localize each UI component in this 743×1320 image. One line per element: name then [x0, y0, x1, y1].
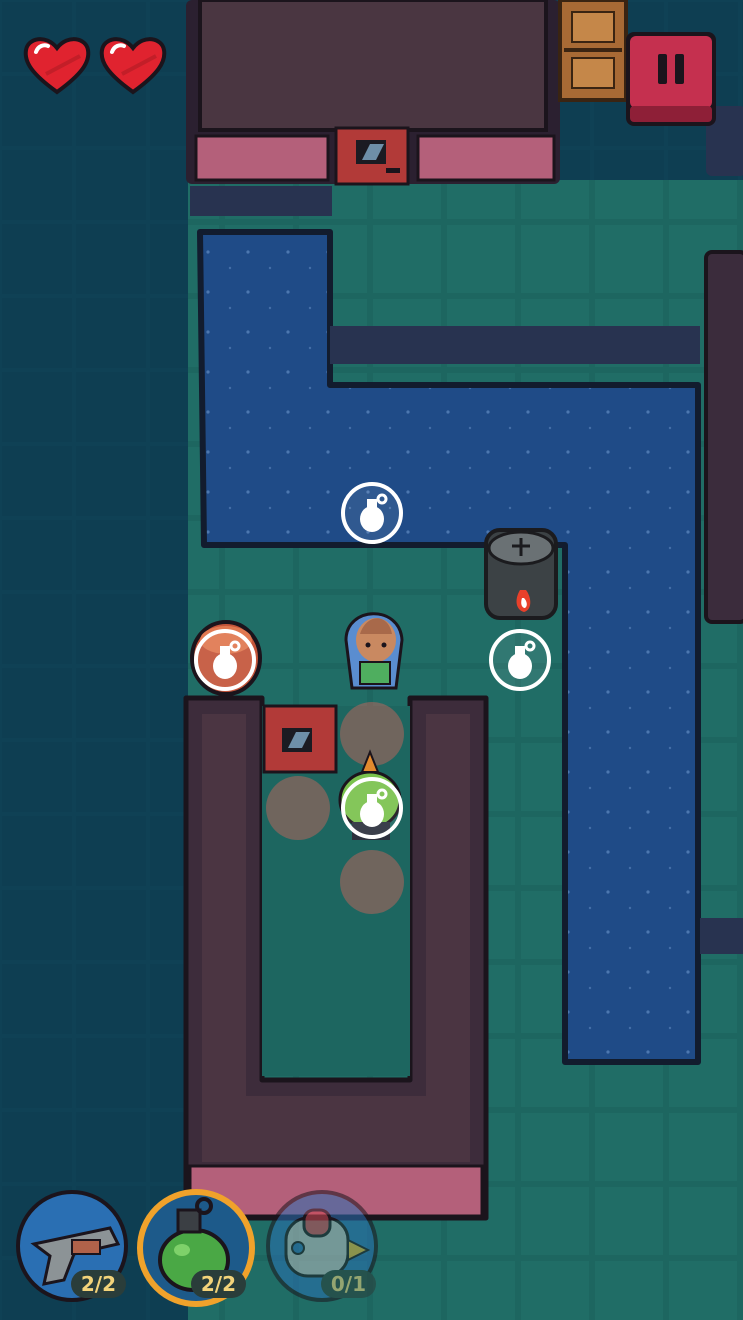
weapon-slot-pistol[interactable]: 2/2	[14, 1188, 134, 1304]
grenade-target-icon[interactable]	[488, 628, 552, 692]
pause-button[interactable]	[624, 30, 718, 128]
rocket-ammo-count: 0/1	[320, 1270, 376, 1298]
grenade-target-icon[interactable]	[340, 481, 404, 545]
wooden-crate	[558, 0, 628, 102]
game-stage: 2/2 2/2 0/1	[0, 0, 743, 1320]
weapon-slot-grenade[interactable]: 2/2	[134, 1188, 255, 1307]
top-room-wall	[186, 0, 560, 186]
explosive-barrel	[484, 528, 558, 620]
pause-icon	[626, 32, 716, 126]
grenade-target-icon[interactable]	[193, 628, 257, 692]
heart-icon	[98, 34, 168, 96]
grenade-ammo-count: 2/2	[190, 1270, 246, 1298]
heart-icon	[22, 34, 92, 96]
game-map	[0, 0, 743, 1320]
hero-character	[344, 612, 404, 690]
grenade-target-icon[interactable]	[340, 776, 404, 840]
u-wall	[183, 695, 489, 1221]
pistol-ammo-count: 2/2	[70, 1270, 126, 1298]
weapon-slot-rocket[interactable]: 0/1	[264, 1188, 384, 1304]
